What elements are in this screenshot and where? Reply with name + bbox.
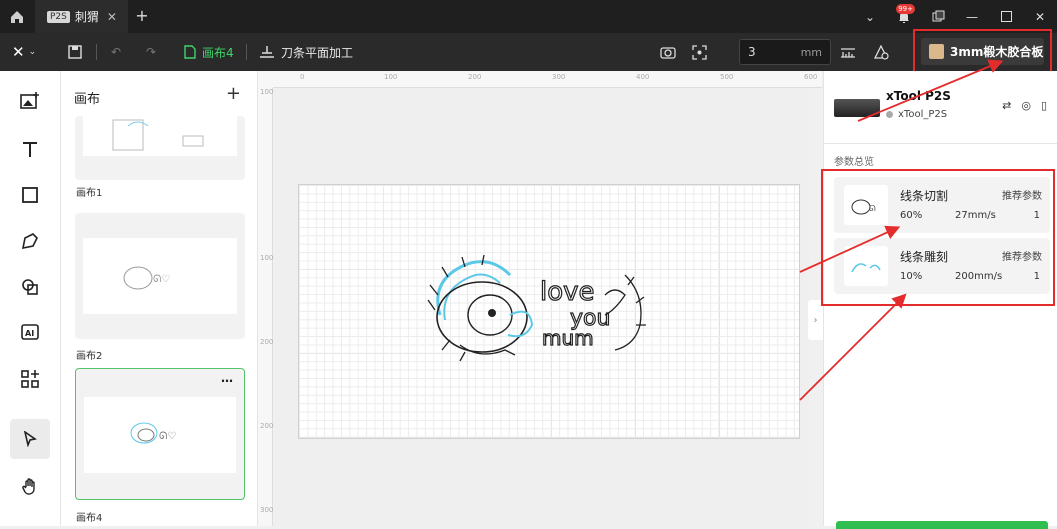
tab-badge: P2S [47, 10, 70, 23]
thickness-unit: mm [800, 45, 822, 59]
svg-text:ᘏ♡: ᘏ♡ [159, 431, 176, 442]
redo-icon[interactable]: ↷ [146, 33, 156, 71]
toolbar: ✕ ⌄ ↶ ↷ 画布4 刀条平面加工 3 mm 3mm椴木胶合板 [0, 33, 1057, 71]
connection-status-icon [886, 111, 893, 118]
tool-sidebar: AI [0, 71, 61, 526]
process-start-button[interactable] [836, 521, 1048, 529]
canvas-thumbnail-selected[interactable]: … ᘏ♡ [75, 368, 245, 500]
device-name: xTool P2S [886, 89, 951, 103]
save-icon[interactable] [68, 33, 82, 71]
text-tool-icon[interactable] [10, 129, 50, 169]
thumbnail-preview-icon: ᘏ♡ [123, 266, 170, 290]
title-bar: P2S 刺猬 ✕ + ⌄ 99+ — ✕ [0, 0, 1057, 33]
design-text-mum: mum [542, 326, 594, 350]
device-save-icon[interactable]: ▯ [1041, 99, 1047, 112]
device-id: xTool_P2S [898, 109, 948, 120]
switch-device-icon[interactable]: ⇄ [1002, 99, 1011, 112]
home-icon[interactable] [0, 0, 33, 33]
new-tab-button[interactable]: + [133, 6, 151, 25]
canvas-thumbnail[interactable]: ᘏ♡ [75, 213, 245, 339]
xtool-logo-menu[interactable]: ✕ ⌄ [12, 33, 36, 71]
apps-grid-icon[interactable] [10, 359, 50, 399]
notification-badge: 99+ [896, 4, 915, 14]
chevron-down-icon[interactable]: ⌄ [853, 0, 887, 33]
file-icon [184, 45, 196, 59]
horizontal-ruler: 0 100 200 300 400 500 600 [273, 71, 822, 88]
design-text-love: love [540, 277, 595, 307]
canvas-name: 画布4 [202, 45, 234, 60]
thickness-input[interactable]: 3 mm [739, 39, 831, 65]
canvas-selector[interactable]: 画布4 [184, 33, 234, 71]
canvas-panel-title: 画布 [74, 92, 101, 107]
blade-cut-icon [260, 46, 274, 58]
svg-text:ᘏ♡: ᘏ♡ [153, 274, 170, 285]
vertical-ruler: 100 100 200 200 300 [258, 88, 273, 526]
thumbnail-preview-icon [112, 119, 204, 151]
params-overview-title: 参数总览 [834, 157, 874, 168]
camera-icon[interactable] [660, 33, 676, 71]
process-name: 刀条平面加工 [281, 45, 354, 60]
xtool-logo-icon: ✕ [12, 43, 25, 61]
canvas-label: 画布4 [76, 513, 103, 524]
canvas-list-panel: 画布 + 画布1 ᘏ♡ 画布2 … ᘏ♡ 画布4 [61, 71, 258, 526]
project-tab[interactable]: P2S 刺猬 ✕ [35, 0, 128, 33]
canvas-thumbnail[interactable] [75, 116, 245, 180]
svg-text:AI: AI [25, 329, 34, 338]
canvas-label: 画布2 [76, 351, 103, 362]
ai-tool-icon[interactable]: AI [10, 313, 50, 353]
right-panel-collapse-handle[interactable]: › [808, 300, 823, 340]
select-pointer-icon[interactable] [10, 419, 50, 459]
add-canvas-button[interactable]: + [226, 83, 241, 104]
layers-shape-icon[interactable] [10, 267, 50, 307]
pen-tool-icon[interactable] [10, 221, 50, 261]
measure-icon[interactable] [840, 33, 856, 71]
close-tab-icon[interactable]: ✕ [107, 10, 117, 24]
undo-icon[interactable]: ↶ [111, 33, 121, 71]
tab-label: 刺猬 [74, 10, 99, 24]
chevron-down-icon: ⌄ [28, 47, 37, 57]
device-connection: xTool_P2S [886, 109, 947, 120]
highlight-box-params [821, 169, 1055, 306]
highlight-box-material [913, 29, 1052, 76]
thickness-value: 3 [748, 45, 756, 59]
hedgehog-design[interactable]: love you mum [420, 255, 660, 365]
thumbnail-preview-icon: ᘏ♡ [130, 422, 176, 444]
hand-pan-icon[interactable] [10, 467, 50, 507]
laser-device-icon [834, 99, 880, 117]
canvas-label: 画布1 [76, 188, 103, 199]
device-settings-icon[interactable]: ◎ [1021, 99, 1031, 112]
image-tool-icon[interactable] [10, 81, 50, 121]
material-settings-icon[interactable] [873, 33, 889, 71]
more-options-icon[interactable]: … [221, 371, 234, 385]
shape-tool-icon[interactable] [10, 175, 50, 215]
focus-frame-icon[interactable] [692, 33, 707, 71]
process-selector[interactable]: 刀条平面加工 [259, 33, 353, 71]
